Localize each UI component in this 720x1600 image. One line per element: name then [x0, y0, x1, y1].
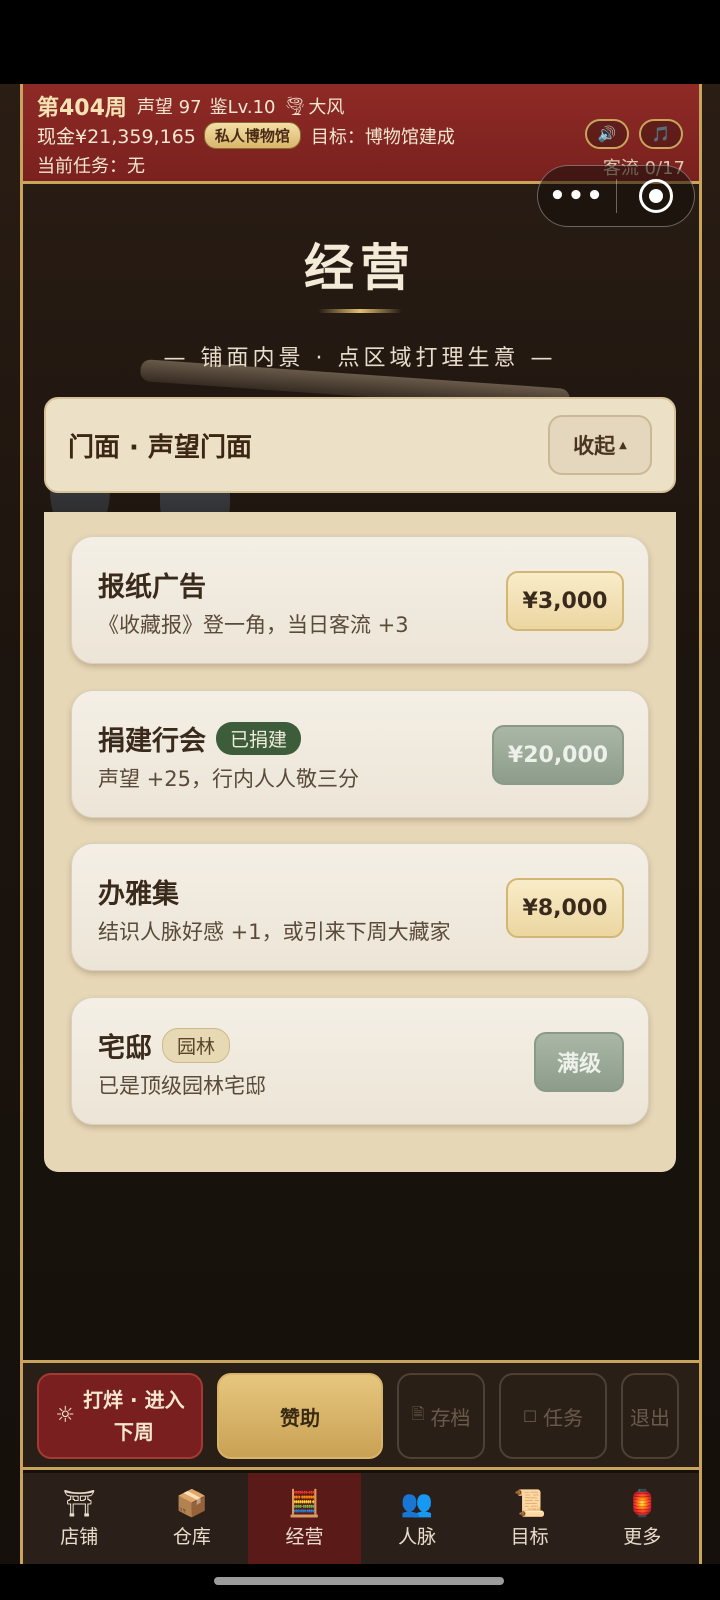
- save-icon: 🗎: [411, 1403, 425, 1423]
- tab-label: 人脉: [398, 1526, 437, 1548]
- capsule-divider: [616, 179, 617, 213]
- task-icon: ☐: [522, 1406, 538, 1426]
- tab-warehouse[interactable]: 📦 仓库: [136, 1473, 249, 1564]
- option-card-newspaper-ad: 报纸广告 《收藏报》登一角，当日客流 +3 ¥3,000: [71, 536, 649, 664]
- appraise-level: 鉴Lv.10: [209, 97, 276, 118]
- card-description: 《收藏报》登一角，当日客流 +3: [98, 613, 409, 637]
- host-gathering-button[interactable]: ¥8,000: [506, 878, 624, 938]
- status-bar: [0, 0, 720, 84]
- card-title: 办雅集: [98, 879, 179, 910]
- card-description: 声望 +25，行内人人敬三分: [98, 767, 359, 791]
- card-description: 已是顶级园林宅邸: [98, 1074, 266, 1098]
- tab-contacts[interactable]: 👥 人脉: [361, 1473, 474, 1564]
- page-title: 经营: [304, 238, 416, 297]
- next-week-label-line2: 下周: [113, 1420, 154, 1444]
- scroll-icon: 📜: [513, 1489, 546, 1519]
- close-shop-next-week-button[interactable]: ☼ 打烊 · 进入 下周: [37, 1373, 203, 1459]
- card-title: 宅邸: [98, 1033, 152, 1064]
- card-title: 报纸广告: [98, 572, 206, 603]
- museum-badge: 私人博物馆: [203, 122, 301, 149]
- task-label: 任务: [543, 1405, 584, 1430]
- week-counter: 第404周: [37, 96, 127, 121]
- target-icon: [649, 189, 663, 203]
- music-button[interactable]: 🎵: [639, 119, 683, 149]
- home-indicator[interactable]: [214, 1577, 504, 1585]
- max-level-button[interactable]: 满级: [534, 1032, 624, 1092]
- option-card-gathering: 办雅集 结识人脉好感 +1，或引来下周大藏家 ¥8,000: [71, 843, 649, 971]
- reputation-value: 声望 97: [136, 97, 202, 118]
- section-header: 门面 · 声望门面 收起 ▲: [44, 397, 676, 493]
- bottom-tab-bar: ⛩ 店铺 📦 仓库 🧮 经营 👥 人脉 📜 目标 🏮 更多: [23, 1473, 699, 1564]
- save-button[interactable]: 🗎 存档: [397, 1373, 485, 1459]
- card-description: 结识人脉好感 +1，或引来下周大藏家: [98, 920, 451, 944]
- sun-icon: ☼: [55, 1403, 76, 1428]
- tab-label: 经营: [285, 1526, 324, 1548]
- shop-icon: ⛩: [62, 1489, 96, 1519]
- task-button[interactable]: ☐ 任务: [499, 1373, 607, 1459]
- collapse-button[interactable]: 收起 ▲: [548, 415, 652, 475]
- miniprogram-capsule: •••: [537, 165, 695, 227]
- page-subtitle: — 铺面内景 · 点区域打理生意 —: [163, 346, 557, 371]
- chest-icon: 📦: [175, 1489, 209, 1519]
- donated-badge: 已捐建: [216, 722, 302, 755]
- garden-badge: 园林: [162, 1028, 231, 1063]
- cash-value: 现金¥21,359,165: [37, 126, 196, 148]
- more-menu-button[interactable]: •••: [538, 181, 616, 211]
- section-title: 门面 · 声望门面: [68, 432, 252, 463]
- tab-label: 仓库: [172, 1526, 211, 1548]
- current-task: 当前任务：无: [37, 156, 145, 177]
- abacus-icon: 🧮: [288, 1489, 321, 1519]
- tab-label: 店铺: [60, 1526, 99, 1548]
- tab-label: 目标: [510, 1526, 549, 1548]
- donate-guild-button[interactable]: ¥20,000: [492, 725, 624, 785]
- tab-business[interactable]: 🧮 经营: [248, 1473, 361, 1564]
- speaker-icon: 🔊: [597, 125, 617, 143]
- tab-more[interactable]: 🏮 更多: [586, 1473, 699, 1564]
- title-underline: [318, 309, 402, 313]
- buy-newspaper-ad-button[interactable]: ¥3,000: [506, 571, 624, 631]
- exit-button[interactable]: 退出: [621, 1373, 679, 1459]
- collapse-label: 收起: [573, 434, 616, 458]
- music-note-icon: 🎵: [651, 125, 671, 143]
- next-week-label-line1: 打烊 · 进入: [83, 1388, 185, 1412]
- lantern-icon: 🏮: [626, 1489, 659, 1519]
- sound-button[interactable]: 🔊: [585, 119, 629, 149]
- close-miniprogram-button[interactable]: [639, 179, 673, 213]
- save-label: 存档: [430, 1405, 471, 1430]
- people-icon: 👥: [400, 1489, 434, 1519]
- card-title: 捐建行会: [98, 726, 206, 757]
- option-card-guild: 捐建行会 已捐建 声望 +25，行内人人敬三分 ¥20,000: [71, 690, 649, 818]
- action-bar: ☼ 打烊 · 进入 下周 赞助 🗎 存档 ☐ 任务 退出: [23, 1360, 699, 1470]
- goal-text: 目标：博物馆建成: [310, 126, 455, 148]
- tab-goals[interactable]: 📜 目标: [473, 1473, 586, 1564]
- tab-shop[interactable]: ⛩ 店铺: [23, 1473, 136, 1564]
- sponsor-button[interactable]: 赞助: [217, 1373, 383, 1459]
- caret-up-icon: ▲: [619, 439, 627, 451]
- option-card-mansion: 宅邸 园林 已是顶级园林宅邸 满级: [71, 997, 649, 1125]
- tab-label: 更多: [623, 1526, 662, 1548]
- weather-label: 大风: [308, 97, 345, 118]
- wind-icon: 🌪: [283, 95, 307, 117]
